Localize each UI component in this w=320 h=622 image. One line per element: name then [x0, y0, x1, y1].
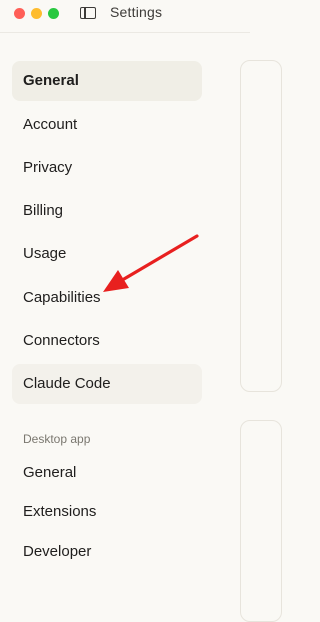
- sidebar-item-usage[interactable]: Usage: [12, 234, 202, 274]
- window-title: Settings: [110, 4, 163, 20]
- sidebar-item-developer[interactable]: Developer: [12, 532, 202, 572]
- content-card-bottom: [240, 420, 282, 622]
- minimize-window-button[interactable]: [31, 8, 42, 19]
- sidebar-item-connectors[interactable]: Connectors: [12, 321, 202, 361]
- sidebar-item-billing[interactable]: Billing: [12, 191, 202, 231]
- window-titlebar: Settings: [0, 0, 250, 28]
- sidebar-item-privacy[interactable]: Privacy: [12, 148, 202, 188]
- close-window-button[interactable]: [14, 8, 25, 19]
- sidebar-toggle-icon[interactable]: [80, 7, 96, 19]
- content-card-top: [240, 60, 282, 392]
- sidebar-item-desktop-general[interactable]: General: [12, 453, 202, 493]
- sidebar-item-capabilities[interactable]: Capabilities: [12, 278, 202, 318]
- sidebar-item-account[interactable]: Account: [12, 105, 202, 145]
- sidebar-item-extensions[interactable]: Extensions: [12, 492, 202, 532]
- titlebar-divider: [0, 32, 250, 33]
- sidebar-item-general[interactable]: General: [12, 61, 202, 101]
- zoom-window-button[interactable]: [48, 8, 59, 19]
- sidebar-item-claude-code[interactable]: Claude Code: [12, 364, 202, 404]
- desktop-app-section-label: Desktop app: [23, 432, 91, 446]
